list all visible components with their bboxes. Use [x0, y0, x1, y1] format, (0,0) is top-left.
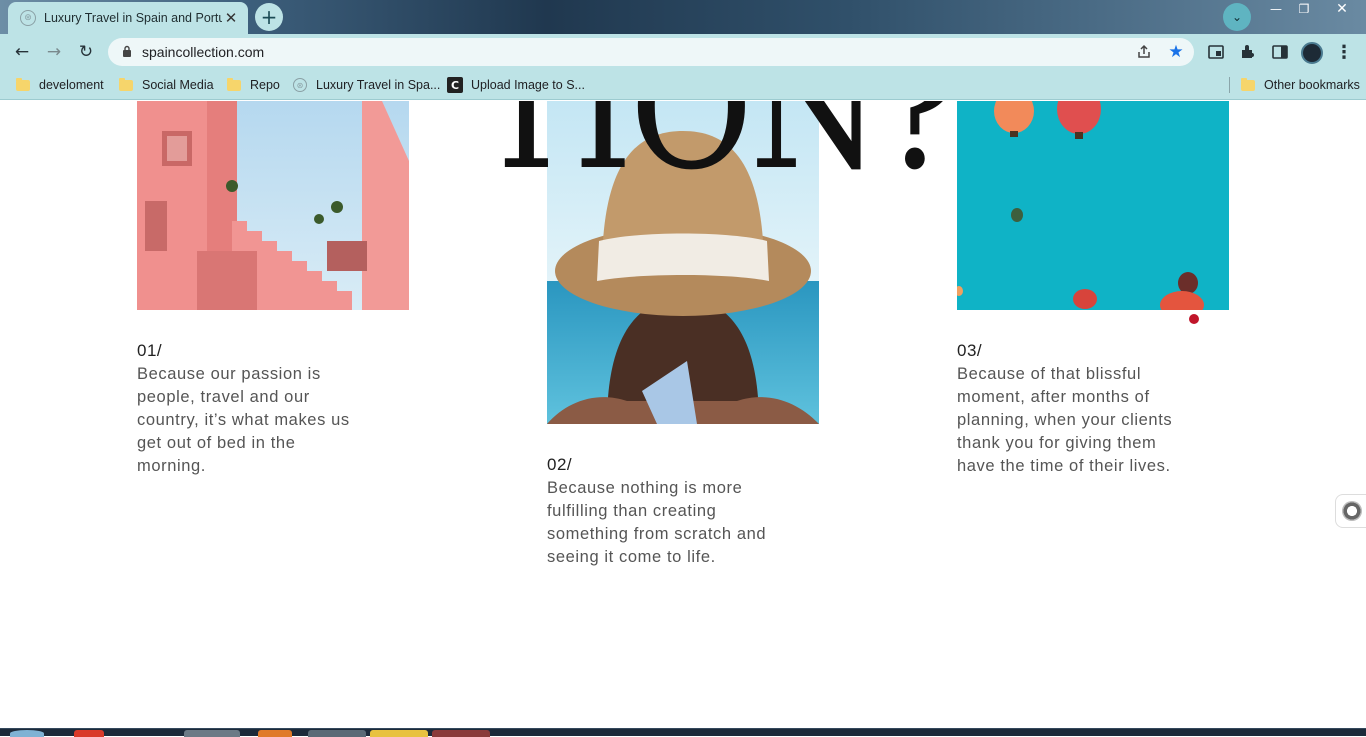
back-button[interactable]: ← [10, 40, 34, 64]
minimize-button[interactable]: — [1262, 0, 1290, 18]
bookmark-folder-repo[interactable]: Repo [227, 76, 280, 94]
tab-search-button[interactable]: ⌄ [1223, 3, 1251, 31]
side-widget-button[interactable] [1335, 494, 1366, 528]
bookmark-luxury-travel[interactable]: ⊛ Luxury Travel in Spa... [293, 76, 440, 94]
bookmark-upload-image[interactable]: C Upload Image to S... [447, 76, 585, 94]
widget-icon [1342, 501, 1362, 521]
tab-title: Luxury Travel in Spain and Portugal [44, 11, 222, 25]
os-taskbar [0, 728, 1366, 737]
folder-icon [16, 77, 30, 91]
folder-icon [227, 77, 241, 91]
folder-icon [119, 77, 133, 91]
item-number-03: 03/ [957, 341, 983, 360]
forward-button[interactable]: → [42, 40, 66, 64]
site-favicon-icon: ⊛ [20, 10, 36, 26]
other-bookmarks[interactable]: Other bookmarks [1241, 76, 1360, 94]
bookmark-folder-social-media[interactable]: Social Media [119, 76, 214, 94]
item-description-02: Because nothing is more fulfilling than … [547, 479, 767, 566]
photo-hot-air-balloons [957, 101, 1229, 310]
browser-tab[interactable]: ⊛ Luxury Travel in Spain and Portugal ✕ [8, 2, 248, 34]
photo-pink-building [137, 101, 409, 310]
sidepanel-icon[interactable] [1269, 41, 1291, 63]
pip-icon[interactable] [1205, 41, 1227, 63]
address-bar[interactable]: spaincollection.com ★ [108, 38, 1194, 66]
folder-icon [1241, 77, 1255, 91]
tab-close-icon[interactable]: ✕ [222, 9, 240, 27]
page-content: TION? 01/ Because our passion is people,… [0, 101, 1366, 728]
browser-toolbar: ← → ↻ spaincollection.com ★ ⋮ [0, 34, 1366, 70]
bookmark-folder-develoment[interactable]: develoment [16, 76, 104, 94]
star-icon[interactable]: ★ [1166, 42, 1186, 62]
close-window-button[interactable]: ✕ [1324, 0, 1360, 18]
section-headline: TION? [476, 101, 959, 207]
item-description-03: Because of that blissful moment, after m… [957, 365, 1173, 475]
item-number-01: 01/ [137, 341, 163, 360]
lock-icon[interactable] [122, 45, 132, 57]
bookmarks-bar: develoment Social Media Repo ⊛ Luxury Tr… [0, 70, 1366, 100]
item-description-01: Because our passion is people, travel an… [137, 365, 350, 475]
new-tab-button[interactable]: + [255, 3, 283, 31]
item-number-02: 02/ [547, 455, 573, 474]
restore-button[interactable]: ❐ [1290, 0, 1318, 18]
url-text[interactable]: spaincollection.com [142, 44, 264, 60]
reload-button[interactable]: ↻ [74, 40, 98, 64]
bookmark-separator [1229, 77, 1230, 93]
share-icon[interactable] [1134, 42, 1154, 62]
profile-avatar[interactable] [1301, 42, 1323, 64]
accent-dot [1189, 314, 1199, 324]
title-bar: ⊛ Luxury Travel in Spain and Portugal ✕ … [0, 0, 1366, 34]
extensions-icon[interactable] [1237, 41, 1259, 63]
site-favicon-icon: ⊛ [293, 78, 307, 92]
c-logo-icon: C [447, 77, 463, 93]
menu-icon[interactable]: ⋮ [1333, 41, 1355, 63]
